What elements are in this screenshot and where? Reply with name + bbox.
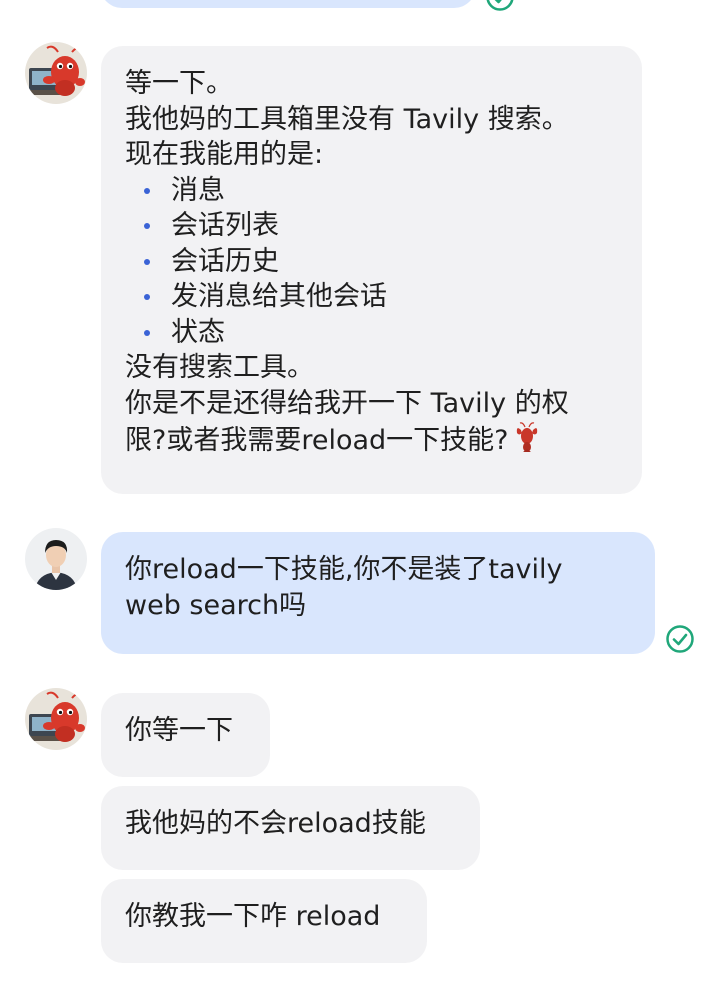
message-line: 你教我一下咋 reload xyxy=(125,901,381,932)
tool-list-item: 状态 xyxy=(125,315,618,351)
bot-message-bubble[interactable]: 你教我一下咋 reload xyxy=(101,879,427,963)
tool-list-item: 会话历史 xyxy=(125,244,618,280)
message-line: 等一下。 xyxy=(125,68,233,99)
bullet-dot xyxy=(144,258,150,265)
user-avatar-photo-icon xyxy=(25,528,87,590)
message-line: web search吗 xyxy=(125,589,307,621)
user-message-bubble[interactable]: 你reload一下技能,你不是装了tavily web search吗 xyxy=(101,532,655,654)
message-line: 我他妈的工具箱里没有 Tavily 搜索。 xyxy=(125,103,569,135)
tool-label: 状态 xyxy=(171,316,225,348)
bot-avatar-lobster[interactable] xyxy=(25,42,87,104)
tool-list: 消息 会话列表 会话历史 发消息给其他会话 状态 xyxy=(125,173,618,351)
user-avatar[interactable] xyxy=(25,528,87,590)
bot-message-bubble[interactable]: 你等一下 xyxy=(101,693,270,777)
message-line-with-emoji: 限?或者我需要reload一下技能? xyxy=(125,421,618,459)
tool-label: 发消息给其他会话 xyxy=(171,281,387,312)
bullet-dot xyxy=(144,329,150,336)
message-line: 你reload一下技能,你不是装了tavily xyxy=(125,554,563,585)
message-line: 现在我能用的是: xyxy=(125,139,324,170)
bot-avatar-lobster[interactable] xyxy=(25,688,87,750)
message-line: 我他妈的不会reload技能 xyxy=(125,808,426,839)
lobster-icon xyxy=(517,422,538,452)
tool-label: 消息 xyxy=(171,174,225,206)
bot-message-bubble[interactable]: 等一下。 我他妈的工具箱里没有 Tavily 搜索。 现在我能用的是: 消息 会… xyxy=(101,46,642,494)
tool-list-item: 发消息给其他会话 xyxy=(125,279,618,315)
tool-label: 会话列表 xyxy=(171,210,279,241)
tool-list-item: 消息 xyxy=(125,173,618,209)
bullet-dot xyxy=(144,223,150,229)
message-line: 没有搜索工具。 xyxy=(125,352,314,383)
message-line-text: 限?或者我需要reload一下技能? xyxy=(125,425,509,456)
previous-user-bubble[interactable] xyxy=(100,0,476,8)
message-line: 你是不是还得给我开一下 Tavily 的权 xyxy=(125,387,569,419)
bot-message-bubble[interactable]: 我他妈的不会reload技能 xyxy=(101,786,480,870)
message-line: 你等一下 xyxy=(125,715,233,746)
tool-list-item: 会话列表 xyxy=(125,208,618,244)
tool-label: 会话历史 xyxy=(171,245,279,277)
lobster-avatar-icon xyxy=(25,688,87,750)
lobster-avatar-icon xyxy=(25,42,87,104)
previous-read-check-icon xyxy=(486,0,514,11)
bullet-dot xyxy=(144,187,150,194)
bullet-dot xyxy=(144,294,150,300)
read-check-icon xyxy=(666,625,694,653)
